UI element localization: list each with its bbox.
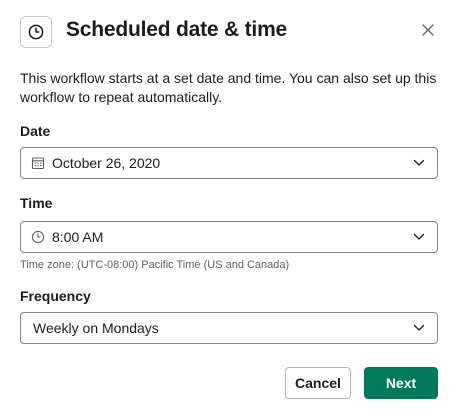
frequency-value: Weekly on Mondays [33,320,159,336]
cancel-button[interactable]: Cancel [285,367,351,399]
clock-icon [28,24,44,40]
chevron-down-icon [413,324,425,331]
time-picker[interactable]: 8:00 AM [20,221,438,253]
frequency-select[interactable]: Weekly on Mondays [20,312,438,344]
time-value: 8:00 AM [52,229,104,245]
date-label: Date [20,123,51,139]
header-icon-container [20,16,52,48]
scheduled-date-time-dialog: Scheduled date & time This workflow star… [0,0,460,416]
date-picker[interactable]: October 26, 2020 [20,147,438,179]
calendar-icon [31,157,45,170]
frequency-label: Frequency [20,288,91,304]
timezone-hint: Time zone: (UTC-08:00) Pacific Time (US … [20,259,290,271]
close-icon[interactable] [420,22,436,38]
time-label: Time [20,195,53,211]
date-value: October 26, 2020 [52,155,161,171]
chevron-down-icon [413,233,425,240]
clock-icon [31,230,45,244]
next-button[interactable]: Next [364,367,438,399]
dialog-description: This workflow starts at a set date and t… [20,70,437,105]
dialog-header: Scheduled date & time [20,16,440,50]
dialog-title: Scheduled date & time [66,18,288,41]
chevron-down-icon [413,159,425,166]
